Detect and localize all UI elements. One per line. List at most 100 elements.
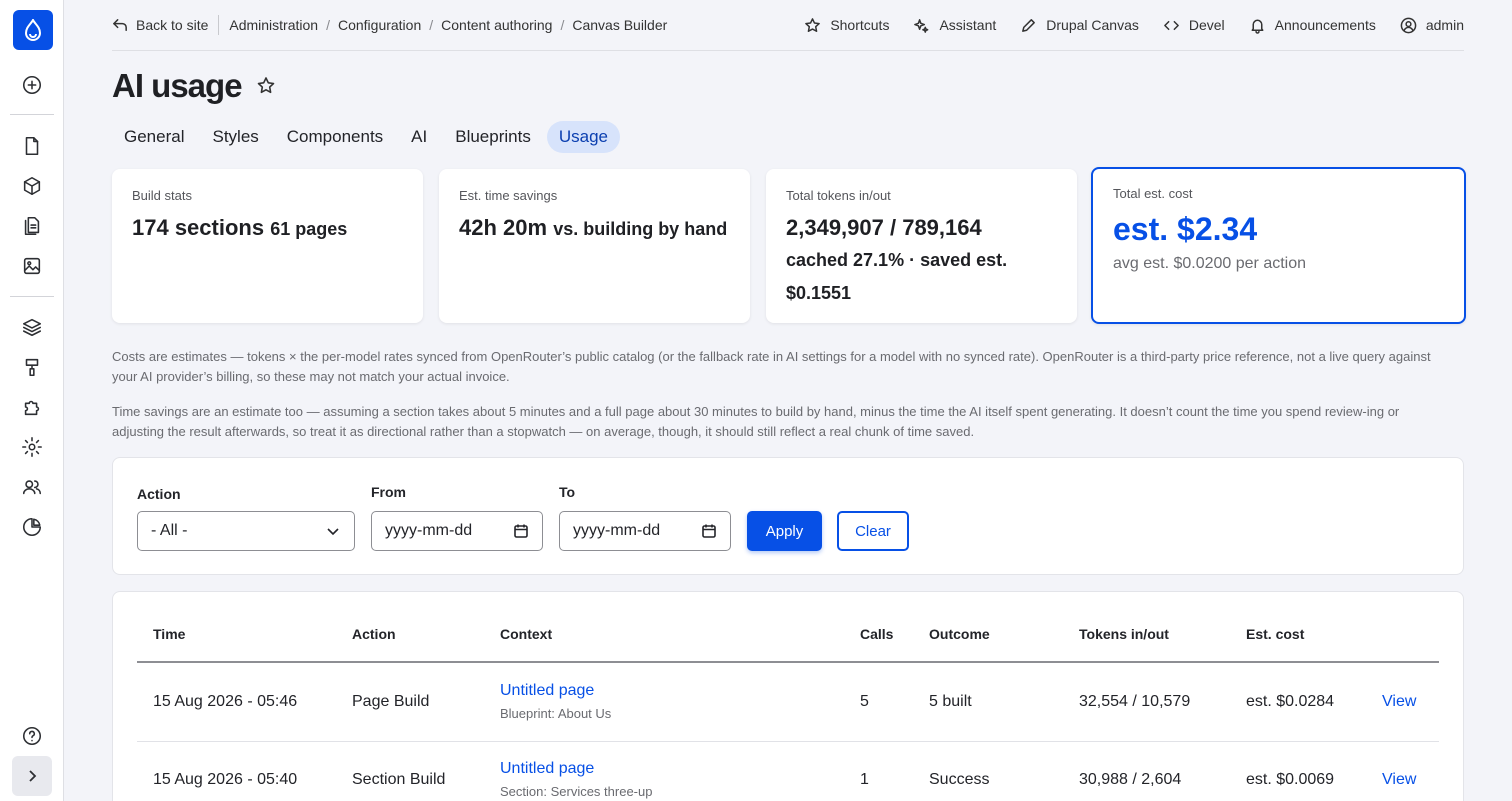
calendar-icon[interactable]	[513, 523, 529, 539]
breadcrumb-separator: /	[429, 17, 434, 33]
breadcrumb-item-canvas-builder[interactable]: Canvas Builder	[572, 17, 667, 33]
components-icon[interactable]	[18, 172, 46, 200]
context-link[interactable]: Untitled page	[500, 682, 611, 700]
expand-sidebar-button[interactable]	[12, 756, 52, 796]
tab-blueprints[interactable]: Blueprints	[443, 121, 543, 153]
help-icon[interactable]	[18, 722, 46, 750]
breadcrumb: Administration / Configuration / Content…	[229, 17, 667, 33]
table-row-tokens: 30,988 / 2,604	[1079, 771, 1182, 788]
time-savings-amount: 42h 20m	[459, 215, 548, 240]
chevron-right-icon	[29, 770, 37, 782]
sparkle-icon	[914, 18, 929, 33]
column-header-tokens[interactable]: Tokens in/out	[1079, 626, 1169, 642]
from-date-placeholder: yyyy-mm-dd	[385, 522, 473, 539]
configuration-icon[interactable]	[18, 433, 46, 461]
user-menu-button[interactable]: admin	[1400, 17, 1464, 34]
column-header-context[interactable]: Context	[500, 626, 552, 642]
breadcrumb-item-administration[interactable]: Administration	[229, 17, 318, 33]
cost-disclaimer: Costs are estimates — tokens × the per-m…	[112, 349, 1431, 384]
tab-general[interactable]: General	[112, 121, 196, 153]
pages-count: 61 pages	[270, 219, 348, 239]
devel-button[interactable]: Devel	[1163, 17, 1225, 34]
total-cost-card: Total est. cost est. $2.34 avg est. $0.0…	[1091, 167, 1466, 324]
row-divider	[137, 741, 1439, 742]
to-date-input[interactable]: yyyy-mm-dd	[559, 511, 731, 551]
add-icon[interactable]	[18, 71, 46, 99]
time-savings-suffix: vs. building by hand	[553, 219, 728, 239]
table-row-outcome: Success	[929, 771, 990, 788]
column-header-calls[interactable]: Calls	[860, 626, 893, 642]
extend-icon[interactable]	[18, 393, 46, 421]
breadcrumb-item-content-authoring[interactable]: Content authoring	[441, 17, 552, 33]
back-to-site-label: Back to site	[136, 17, 209, 33]
structure-icon[interactable]	[18, 313, 46, 341]
star-icon	[805, 17, 821, 32]
time-disclaimer: Time savings are an estimate too — assum…	[112, 404, 1400, 439]
tab-components[interactable]: Components	[275, 121, 395, 153]
context-subtitle: Blueprint: About Us	[500, 706, 612, 721]
favorite-star-icon[interactable]	[256, 76, 276, 96]
column-header-action[interactable]: Action	[352, 626, 396, 642]
tab-ai[interactable]: AI	[399, 121, 439, 153]
apply-button[interactable]: Apply	[747, 511, 822, 551]
table-row-action: Page Build	[352, 693, 430, 710]
code-icon	[1164, 20, 1179, 30]
table-row-context: Untitled page Section: Services three-up	[500, 760, 652, 799]
content-icon[interactable]	[18, 132, 46, 160]
action-filter-label: Action	[137, 486, 181, 502]
page-title-text: AI usage	[112, 67, 243, 104]
context-link[interactable]: Untitled page	[500, 760, 652, 778]
from-date-input[interactable]: yyyy-mm-dd	[371, 511, 543, 551]
table-row-action: Section Build	[352, 771, 446, 788]
view-link[interactable]: View	[1382, 693, 1416, 711]
table-row-context: Untitled page Blueprint: About Us	[500, 682, 611, 721]
column-header-cost[interactable]: Est. cost	[1246, 626, 1304, 642]
view-link[interactable]: View	[1382, 771, 1416, 789]
tokens-label: Total tokens in/out	[786, 188, 891, 203]
appearance-icon[interactable]	[18, 353, 46, 381]
tokens-cached: cached 27.1% · saved est. $0.1551	[786, 250, 1008, 303]
shortcuts-label: Shortcuts	[830, 17, 890, 33]
back-to-site-link[interactable]: Back to site	[112, 15, 220, 35]
back-arrow-icon	[113, 18, 127, 31]
settings-tabs: General Styles Components AI Blueprints …	[112, 121, 620, 153]
assistant-button[interactable]: Assistant	[913, 17, 996, 34]
sections-count: 174 sections	[132, 215, 265, 240]
build-stats-card: Build stats 174 sections 61 pages	[112, 169, 423, 323]
calendar-icon[interactable]	[701, 523, 717, 539]
shortcuts-button[interactable]: Shortcuts	[804, 17, 889, 34]
table-header-divider	[137, 661, 1439, 663]
breadcrumb-item-configuration[interactable]: Configuration	[338, 17, 421, 33]
action-select-value: - All -	[151, 522, 188, 539]
total-cost-value: est. $2.34	[1113, 211, 1258, 247]
announcements-button[interactable]: Announcements	[1249, 17, 1376, 34]
pencil-icon	[1022, 18, 1036, 32]
admin-sidebar	[0, 0, 64, 801]
people-icon[interactable]	[18, 473, 46, 501]
column-header-outcome[interactable]: Outcome	[929, 626, 990, 642]
announcements-label: Announcements	[1274, 17, 1376, 33]
media-icon[interactable]	[18, 252, 46, 280]
table-row-cost: est. $0.0284	[1246, 693, 1335, 710]
build-stats-value: 174 sections 61 pages	[132, 211, 403, 246]
devel-label: Devel	[1188, 17, 1225, 33]
action-select[interactable]: - All -	[137, 511, 355, 551]
user-name-label: admin	[1425, 17, 1464, 33]
page-title: AI usage	[112, 67, 276, 105]
user-avatar-icon	[1400, 17, 1417, 33]
reports-icon[interactable]	[18, 513, 46, 541]
pages-icon[interactable]	[18, 212, 46, 240]
sidebar-divider	[10, 296, 54, 297]
time-savings-label: Est. time savings	[459, 188, 558, 203]
table-row-time: 15 Aug 2026 - 05:40	[153, 771, 298, 788]
drupal-canvas-button[interactable]: Drupal Canvas	[1020, 17, 1139, 34]
column-header-time[interactable]: Time	[153, 626, 185, 642]
tab-usage[interactable]: Usage	[546, 121, 620, 153]
top-bar: Back to site Administration / Configurat…	[112, 0, 1464, 51]
drupal-logo-icon[interactable]	[13, 10, 53, 50]
context-subtitle: Section: Services three-up	[500, 784, 653, 799]
clear-button[interactable]: Clear	[837, 511, 909, 551]
chevron-down-icon	[327, 528, 339, 536]
time-savings-card: Est. time savings 42h 20m vs. building b…	[439, 169, 750, 323]
tab-styles[interactable]: Styles	[200, 121, 270, 153]
